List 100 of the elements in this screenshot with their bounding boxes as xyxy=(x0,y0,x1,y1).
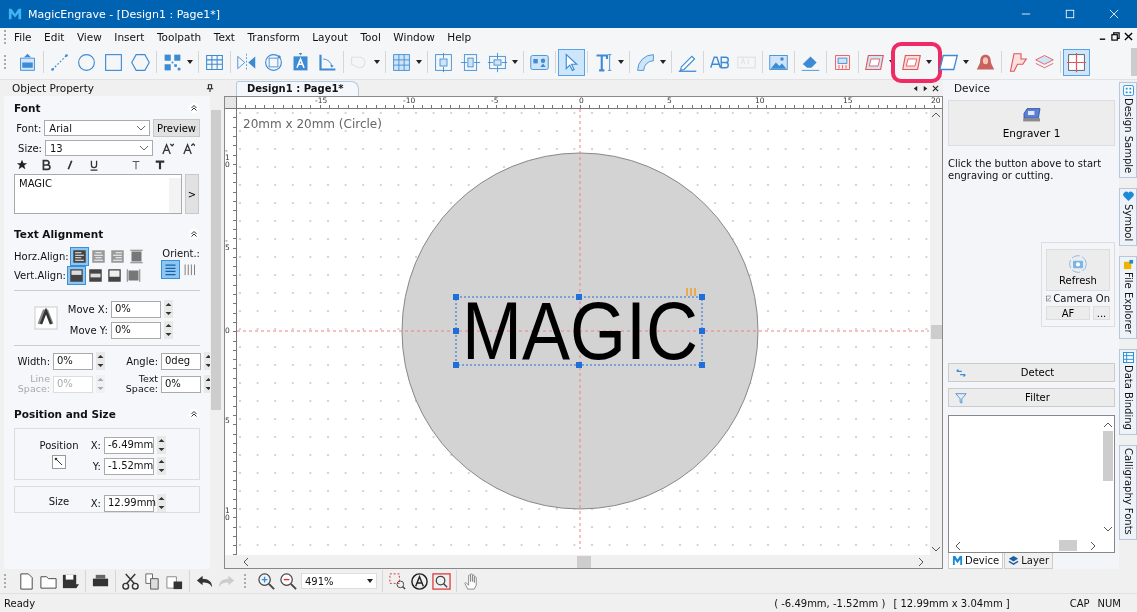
new-file-icon[interactable] xyxy=(17,571,36,591)
checkbox-label[interactable]: Camera On xyxy=(1053,293,1110,304)
circle-shape[interactable] xyxy=(401,152,759,510)
caret-icon[interactable] xyxy=(187,60,193,64)
chevron-down-icon[interactable] xyxy=(140,145,148,151)
spinner-icon[interactable] xyxy=(164,300,173,318)
menu-item[interactable]: Insert xyxy=(114,30,145,43)
menu-item[interactable]: Tool xyxy=(360,30,381,43)
star-icon[interactable] xyxy=(16,159,28,171)
refresh-button[interactable]: Refresh xyxy=(1046,249,1110,291)
bold-icon[interactable] xyxy=(40,159,52,171)
menu-item[interactable]: File xyxy=(14,30,32,43)
toolbar-scroll-handle[interactable] xyxy=(1131,48,1137,76)
scrollbar-thumb[interactable] xyxy=(1059,540,1077,551)
side-tab[interactable]: Calligraphy Fonts xyxy=(1119,444,1137,540)
scrollbar-thumb[interactable] xyxy=(576,555,591,568)
scroll-left-icon[interactable] xyxy=(243,557,248,566)
align-option-icon[interactable] xyxy=(70,248,88,265)
more-button[interactable]: ... xyxy=(1093,306,1110,320)
spinner-icon[interactable] xyxy=(157,494,166,512)
scroll-up-icon[interactable] xyxy=(932,112,940,117)
position-x-field[interactable]: -6.49mm xyxy=(104,436,154,454)
collapse-icon[interactable] xyxy=(188,408,200,420)
maximize-icon[interactable] xyxy=(1065,9,1075,19)
right-arrow-icon[interactable] xyxy=(922,85,929,92)
spinner-icon[interactable] xyxy=(157,457,166,475)
caret-icon[interactable] xyxy=(963,60,969,64)
device-list[interactable] xyxy=(948,415,1115,553)
menu-item[interactable]: Edit xyxy=(44,30,65,43)
collapse-icon[interactable] xyxy=(188,228,200,240)
preview-button[interactable]: Preview xyxy=(153,119,200,137)
underline-icon[interactable] xyxy=(88,159,100,171)
caret-icon[interactable] xyxy=(416,60,422,64)
font-dropdown[interactable]: Arial xyxy=(44,120,151,136)
scroll-left-icon[interactable] xyxy=(955,541,960,550)
scroll-right-icon[interactable] xyxy=(919,557,924,566)
zoom-in-icon[interactable] xyxy=(257,571,276,591)
side-tab[interactable]: Design Sample xyxy=(1119,82,1137,179)
scrollbar[interactable] xyxy=(930,109,942,555)
side-tab[interactable]: Symbol xyxy=(1119,188,1137,247)
side-tab[interactable]: Data Binding xyxy=(1119,349,1137,435)
thick-letter-icon[interactable] xyxy=(154,159,166,171)
align-option-icon[interactable] xyxy=(124,267,142,284)
caret-icon[interactable] xyxy=(367,579,373,583)
zoom-out-icon[interactable] xyxy=(279,571,298,591)
width-field[interactable]: 0% xyxy=(53,352,93,370)
engraver-button[interactable]: Engraver 1 xyxy=(948,100,1115,146)
zoom-area-icon[interactable] xyxy=(388,571,407,591)
ruler-corner[interactable] xyxy=(225,97,237,108)
close-icon[interactable] xyxy=(1124,32,1133,41)
menu-item[interactable]: View xyxy=(76,30,102,43)
thin-letter-icon[interactable] xyxy=(130,159,142,171)
checkbox[interactable] xyxy=(1046,293,1052,304)
spinner-icon[interactable] xyxy=(157,436,166,454)
align-option-icon[interactable] xyxy=(67,267,85,284)
pointer-icon[interactable] xyxy=(559,49,584,75)
zoom-object-icon[interactable] xyxy=(410,571,429,591)
autofocus-button[interactable]: AF xyxy=(1046,306,1090,320)
menu-item[interactable]: Window xyxy=(393,30,435,43)
text-input[interactable]: MAGIC xyxy=(14,174,182,214)
menu-item[interactable]: Toolpath xyxy=(156,30,202,43)
expand-button[interactable]: > xyxy=(185,174,199,214)
scroll-up-icon[interactable] xyxy=(1104,422,1112,427)
detect-button[interactable]: Detect xyxy=(948,363,1115,382)
align-option-icon[interactable] xyxy=(86,267,104,284)
menu-item[interactable]: Text xyxy=(213,30,235,43)
spinner-icon[interactable] xyxy=(96,352,105,370)
restore-icon[interactable] xyxy=(1111,32,1120,41)
side-tab[interactable]: File Explorer xyxy=(1119,256,1137,340)
angle-field[interactable]: 0deg xyxy=(161,352,201,370)
left-arrow-icon[interactable] xyxy=(912,85,919,92)
orientation-icon[interactable] xyxy=(162,261,180,278)
move-y-field[interactable]: 0% xyxy=(111,321,161,339)
document-tab[interactable]: Design1 : Page1* xyxy=(236,81,359,96)
size-x-field[interactable]: 12.99mm xyxy=(104,494,154,512)
scrollbar-thumb[interactable] xyxy=(930,325,942,339)
scrollbar-thumb[interactable] xyxy=(1103,431,1113,481)
spinner-icon[interactable] xyxy=(164,321,173,339)
panel-tab[interactable]: Layer xyxy=(1004,553,1054,569)
move-x-field[interactable]: 0% xyxy=(111,300,161,318)
position-y-field[interactable]: -1.52mm xyxy=(104,457,154,475)
decrease-size-icon[interactable] xyxy=(161,141,174,155)
scroll-down-icon[interactable] xyxy=(932,547,940,552)
caret-icon[interactable] xyxy=(660,60,666,64)
scroll-right-icon[interactable] xyxy=(1091,541,1096,550)
panel-tab[interactable]: Device xyxy=(948,553,1004,569)
copy-icon[interactable] xyxy=(143,571,162,591)
increase-size-icon[interactable] xyxy=(182,141,195,155)
menu-item[interactable]: Layout xyxy=(312,30,348,43)
close-icon[interactable] xyxy=(932,85,939,92)
caret-icon[interactable] xyxy=(618,60,624,64)
menu-item[interactable]: Help xyxy=(447,30,472,43)
filter-button[interactable]: Filter xyxy=(948,388,1115,407)
align-option-icon[interactable] xyxy=(105,267,123,284)
pin-icon[interactable] xyxy=(206,84,214,92)
caret-icon[interactable] xyxy=(926,60,932,64)
scroll-down-icon[interactable] xyxy=(1104,527,1112,532)
menu-item[interactable]: Transform xyxy=(247,30,300,43)
chevron-down-icon[interactable] xyxy=(137,125,146,131)
crosshair-icon[interactable] xyxy=(1064,49,1089,75)
